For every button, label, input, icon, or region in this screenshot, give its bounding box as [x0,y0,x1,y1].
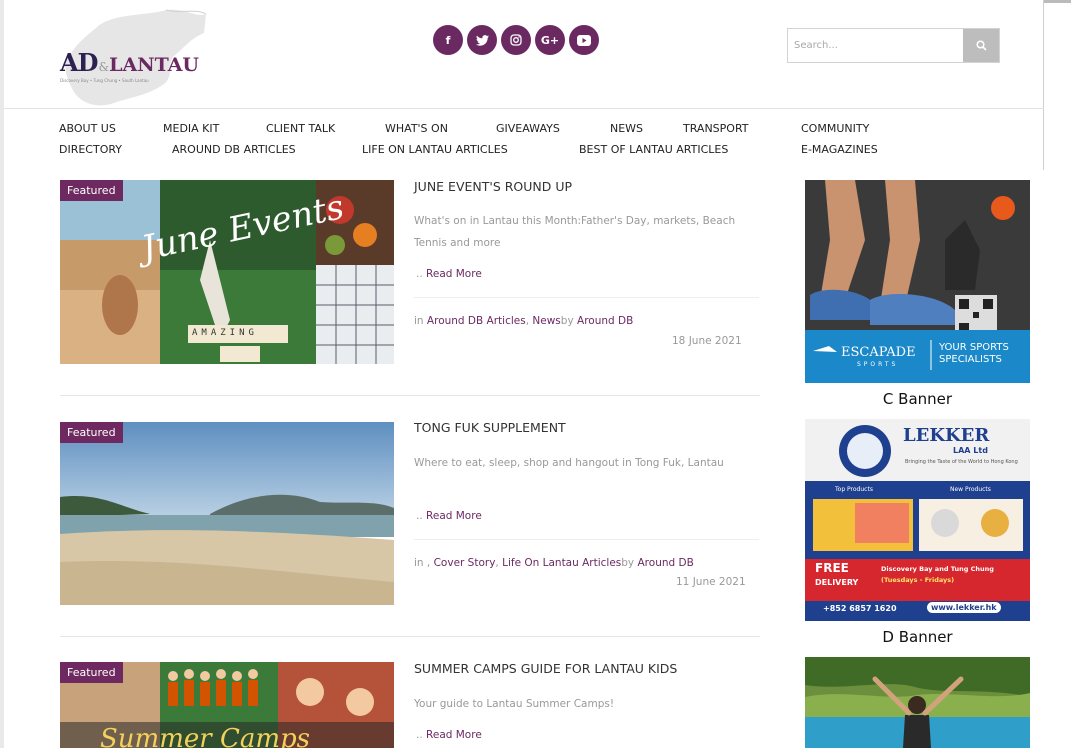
post-excerpt: Where to eat, sleep, shop and hangout in… [414,457,724,469]
nav-giveaways[interactable]: GIVEAWAYS [496,122,560,135]
category-link[interactable]: News [532,315,560,327]
read-more-link[interactable]: .. Read More [416,510,482,522]
site-logo[interactable]: AD&LANTAU Discovery Bay • Tung Chung • S… [56,8,226,108]
lekker-ad-graphic [805,419,1030,621]
lekker-top-products: Top Products [835,486,873,493]
left-edge [0,0,4,748]
lekker-sub: LAA Ltd [953,446,988,455]
post-title[interactable]: JUNE EVENT'S ROUND UP [414,179,572,194]
post-separator [60,395,760,396]
lekker-url: www.lekker.hk [927,602,1001,613]
category-link[interactable]: Around DB Articles [427,315,526,327]
nav-transport[interactable]: TRANSPORT [683,122,749,135]
pool-resort-banner[interactable] [805,657,1030,748]
header-right-border [1043,0,1044,170]
nav-news[interactable]: NEWS [610,122,643,135]
escapade-sports-banner[interactable]: ESCAPADE SPORTS YOUR SPORTS SPECIALISTS [805,180,1030,383]
tong-fuk-beach-photo [60,422,394,605]
category-link[interactable]: Cover Story [434,557,496,569]
header-divider [4,108,1044,109]
search-icon [975,40,987,51]
lekker-banner[interactable]: LEKKER LAA Ltd Bringing the Taste of the… [805,419,1030,621]
post-separator [60,636,760,637]
page: AD&LANTAU Discovery Bay • Tung Chung • S… [0,0,1071,748]
post-date: 18 June 2021 [672,335,742,347]
amazing-tiles: AMAZING [192,328,258,338]
nav-client-talk[interactable]: CLIENT TALK [266,122,335,135]
escapade-slogan-1: YOUR SPORTS [939,342,1009,353]
google-plus-icon[interactable]: G+ [535,25,565,55]
author-link[interactable]: Around DB [577,315,633,327]
lekker-brand: LEKKER [903,425,990,446]
search-input[interactable] [788,29,963,62]
read-more-link[interactable]: .. Read More [416,729,482,741]
post-thumbnail[interactable]: Summer Camps Featured [60,662,394,748]
lekker-free: FREE [815,561,849,575]
search-button[interactable] [963,29,999,62]
lekker-phone: +852 6857 1620 [823,604,897,613]
twitter-icon[interactable] [467,25,497,55]
lekker-delivery: DELIVERY [815,578,859,587]
author-link[interactable]: Around DB [638,557,694,569]
post-excerpt: Your guide to Lantau Summer Camps! [414,698,615,710]
post-date: 11 June 2021 [676,576,746,588]
post-thumbnail[interactable]: June Events AMAZING Featured [60,180,394,364]
post-title[interactable]: SUMMER CAMPS GUIDE FOR LANTAU KIDS [414,661,677,676]
featured-badge: Featured [60,662,123,683]
search-box [787,28,1000,63]
post-meta-divider [414,539,759,540]
banner-caption-c: C Banner [882,390,953,408]
lekker-new-products: New Products [950,486,991,493]
corner-bar [1044,0,1071,3]
nav-e-magazines[interactable]: E-MAGAZINES [801,143,878,156]
post-meta-divider [414,297,759,298]
lekker-tagline: Bringing the Taste of the World to Hong … [905,459,1018,465]
post-meta: in , Cover Story, Life On Lantau Article… [414,557,694,569]
post-thumbnail[interactable]: Featured [60,422,394,605]
banner-caption-d: D Banner [882,628,953,646]
post-title[interactable]: TONG FUK SUPPLEMENT [414,420,566,435]
nav-directory[interactable]: DIRECTORY [59,143,122,156]
featured-badge: Featured [60,422,123,443]
lekker-days: (Tuesdays - Fridays) [881,576,955,584]
nav-community[interactable]: COMMUNITY [801,122,869,135]
nav-best-of-lantau-articles[interactable]: BEST OF LANTAU ARTICLES [579,143,728,156]
nav-about-us[interactable]: ABOUT US [59,122,116,135]
nav-media-kit[interactable]: MEDIA KIT [163,122,219,135]
post-meta: in Around DB Articles, Newsby Around DB [414,315,634,327]
escapade-sub: SPORTS [857,361,899,368]
nav-around-db-articles[interactable]: AROUND DB ARTICLES [172,143,296,156]
logo-text: AD&LANTAU [60,48,200,77]
read-more-link[interactable]: .. Read More [416,268,482,280]
category-link[interactable]: Life On Lantau Articles [502,557,621,569]
instagram-icon[interactable] [501,25,531,55]
logo-tagline: Discovery Bay • Tung Chung • South Lanta… [60,78,149,83]
nav-life-on-lantau-articles[interactable]: LIFE ON LANTAU ARTICLES [362,143,508,156]
lekker-area: Discovery Bay and Tung Chung [881,565,994,573]
youtube-icon[interactable] [569,25,599,55]
post-excerpt: What's on in Lantau this Month:Father's … [414,215,736,249]
escapade-brand: ESCAPADE [841,345,916,360]
pool-resort-graphic [805,657,1030,748]
facebook-icon[interactable]: f [433,25,463,55]
nav-whats-on[interactable]: WHAT'S ON [385,122,448,135]
escapade-slogan-2: SPECIALISTS [939,354,1002,365]
social-links: f G+ [433,25,599,55]
summer-camps-script: Summer Camps [100,724,310,748]
featured-badge: Featured [60,180,123,201]
